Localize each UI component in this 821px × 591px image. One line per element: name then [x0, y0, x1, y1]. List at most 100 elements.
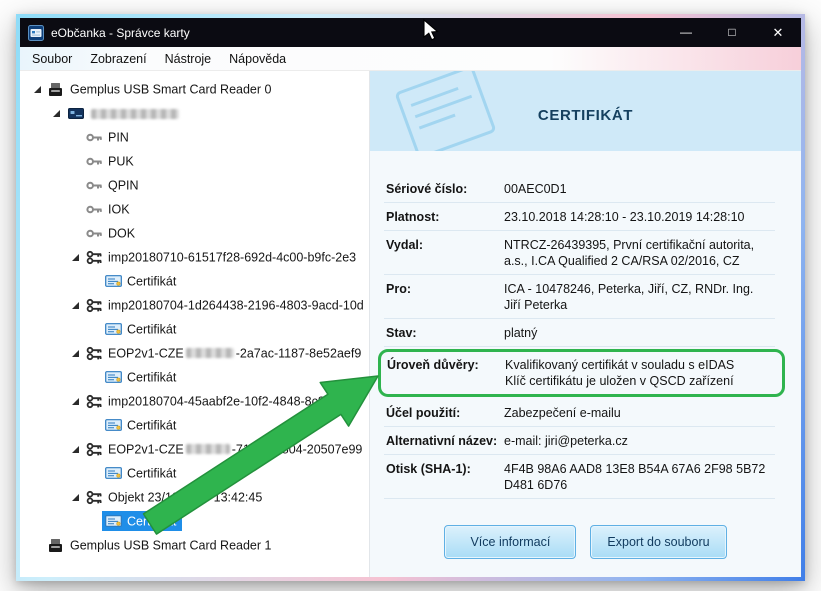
tree-item-label: Gemplus USB Smart Card Reader 0 [70, 82, 272, 97]
tree-item-body[interactable]: Certifikát [102, 463, 182, 483]
tree-item-body[interactable]: IOK [83, 199, 136, 219]
expander-icon[interactable] [49, 109, 64, 118]
tree-item[interactable]: imp20180710-61517f28-692d-4c00-b9fc-2e3 [20, 245, 369, 269]
tree-item-label: Certifikát [127, 466, 177, 481]
tree-item[interactable]: IOK [20, 197, 369, 221]
tree-item[interactable]: Certifikát [20, 365, 369, 389]
tree-item[interactable]: QPIN [20, 173, 369, 197]
tree-panel: Gemplus USB Smart Card Reader 0 PIN PUK QPI… [20, 71, 370, 577]
cert-icon [104, 369, 123, 385]
detail-value: ICA - 10478246, Peterka, Jiří, CZ, RNDr.… [504, 282, 754, 312]
tree-item[interactable]: DOK [20, 221, 369, 245]
detail-label: Otisk (SHA-1): [386, 462, 471, 476]
minimize-button[interactable]: — [663, 18, 709, 47]
tree-item-body[interactable]: imp20180710-61517f28-692d-4c00-b9fc-2e3 [83, 247, 362, 267]
keypair-icon [85, 441, 104, 457]
tree-item[interactable]: PUK [20, 149, 369, 173]
tree-item-body[interactable]: PIN [83, 127, 135, 147]
tree-item-body[interactable]: Gemplus USB Smart Card Reader 1 [45, 535, 277, 555]
menu-item-nastroje[interactable]: Nástroje [156, 47, 221, 70]
cert-icon [104, 417, 123, 433]
tree-item[interactable]: EOP2v1-CZE -71890-0804-20507e99 [20, 437, 369, 461]
expander-icon[interactable] [68, 301, 83, 310]
tree-item[interactable]: Certifikát [20, 317, 369, 341]
tree-item-body[interactable]: Certifikát [102, 367, 182, 387]
tree-item-label: Certifikát [127, 514, 177, 529]
tree-item-body[interactable]: QPIN [83, 175, 145, 195]
redacted-text [185, 348, 234, 359]
tree-item-body[interactable]: EOP2v1-CZE -71890-0804-20507e99 [83, 439, 368, 459]
details-rows: Sériové číslo: 00AEC0D1 Platnost: 23.10.201… [378, 175, 785, 499]
detail-row: Otisk (SHA-1): 4F4B 98A6 AAD8 13E8 B54A 6… [384, 455, 775, 499]
tree-item[interactable]: Objekt 23/10/2018 13:42:45 [20, 485, 369, 509]
tree-item-label: Certifikát [127, 274, 177, 289]
tree-item[interactable]: Certifikát [20, 509, 369, 533]
key-icon [85, 225, 104, 241]
tree-item[interactable]: Certifikát [20, 461, 369, 485]
tree-item-label: IOK [108, 202, 130, 217]
expander-icon[interactable] [30, 85, 45, 94]
expander-icon[interactable] [68, 493, 83, 502]
detail-row-highlighted: Úroveň důvěry: Kvalifikovaný certifikát v… [378, 349, 785, 397]
detail-value: platný [504, 326, 538, 340]
tree-item[interactable]: imp20180704-1d264438-2196-4803-9acd-10d [20, 293, 369, 317]
detail-row: Platnost: 23.10.2018 14:28:10 - 23.10.201… [384, 203, 775, 231]
tree-item-body[interactable]: Certifikát [102, 415, 182, 435]
tree-item-label: Certifikát [127, 370, 177, 385]
more-info-button[interactable]: Více informací [444, 525, 577, 559]
tree-item-body[interactable]: Gemplus USB Smart Card Reader 0 [45, 79, 277, 99]
detail-row: Stav: platný [384, 319, 775, 347]
cert-icon [104, 321, 123, 337]
tree-item-body[interactable]: Certifikát [102, 271, 182, 291]
tree-item-label: imp20180704-45aabf2e-10f2-4848-8c8d-ac5 [108, 394, 357, 409]
expander-icon[interactable] [68, 349, 83, 358]
key-icon [85, 153, 104, 169]
tree-item[interactable]: Certifikát [20, 413, 369, 437]
tree-item-body[interactable]: DOK [83, 223, 141, 243]
tree-item[interactable] [20, 101, 369, 125]
tree-item[interactable]: EOP2v1-CZE -2a7ac-1187-8e52aef9 [20, 341, 369, 365]
detail-label: Alternativní název: [386, 434, 498, 448]
tree-item-body[interactable]: Certifikát [102, 319, 182, 339]
details-panel: CERTIFIKÁT Sériové číslo: 00AEC0D1 Platnos… [370, 71, 801, 577]
detail-value: NTRCZ-26439395, První certifikační autor… [504, 238, 755, 268]
tree-item-label: imp20180710-61517f28-692d-4c00-b9fc-2e3 [108, 250, 357, 265]
expander-icon[interactable] [68, 253, 83, 262]
tree-item-body[interactable]: PUK [83, 151, 140, 171]
close-button[interactable]: ✕ [755, 18, 801, 47]
tree-item-body[interactable]: Objekt 23/10/2018 13:42:45 [83, 487, 268, 507]
cert-icon [104, 273, 123, 289]
keypair-icon [85, 297, 104, 313]
tree-item-body[interactable] [64, 103, 187, 123]
tree-item[interactable]: Gemplus USB Smart Card Reader 1 [20, 533, 369, 557]
tree-item[interactable]: Gemplus USB Smart Card Reader 0 [20, 77, 369, 101]
details-buttons: Více informací Export do souboru [370, 525, 801, 559]
title-bar[interactable]: eObčanka - Správce karty — □ ✕ [20, 18, 801, 47]
expander-icon[interactable] [68, 445, 83, 454]
menu-item-zobrazeni[interactable]: Zobrazení [81, 47, 155, 70]
tree-item-label: EOP2v1-CZE -2a7ac-1187-8e52aef9 [108, 346, 362, 361]
screenshot-canvas: eObčanka - Správce karty — □ ✕ Soubor Zob… [0, 0, 821, 591]
tree-item-label: Certifikát [127, 322, 177, 337]
tree-item-label: EOP2v1-CZE -71890-0804-20507e99 [108, 442, 363, 457]
tree-item-label: PUK [108, 154, 134, 169]
tree-item-body[interactable]: EOP2v1-CZE -2a7ac-1187-8e52aef9 [83, 343, 367, 363]
menu-item-soubor[interactable]: Soubor [23, 47, 81, 70]
app-icon [28, 24, 44, 41]
menu-item-napoveda[interactable]: Nápověda [220, 47, 295, 70]
tree-item[interactable]: Certifikát [20, 269, 369, 293]
expander-icon[interactable] [68, 397, 83, 406]
detail-label: Pro: [386, 282, 411, 296]
tree-item-selected[interactable]: Certifikát [102, 511, 183, 531]
maximize-button[interactable]: □ [709, 18, 755, 47]
reader-icon [47, 537, 66, 553]
tree-item-label: QPIN [108, 178, 139, 193]
tree-item-body[interactable]: imp20180704-45aabf2e-10f2-4848-8c8d-ac5 [83, 391, 362, 411]
tree-item[interactable]: imp20180704-45aabf2e-10f2-4848-8c8d-ac5 [20, 389, 369, 413]
tree-item-body[interactable]: imp20180704-1d264438-2196-4803-9acd-10d [83, 295, 369, 315]
detail-label: Vydal: [386, 238, 424, 252]
export-to-file-button[interactable]: Export do souboru [590, 525, 727, 559]
detail-row: Alternativní název: e-mail: jiri@peterka.… [384, 427, 775, 455]
detail-label: Sériové číslo: [386, 182, 468, 196]
tree-item[interactable]: PIN [20, 125, 369, 149]
